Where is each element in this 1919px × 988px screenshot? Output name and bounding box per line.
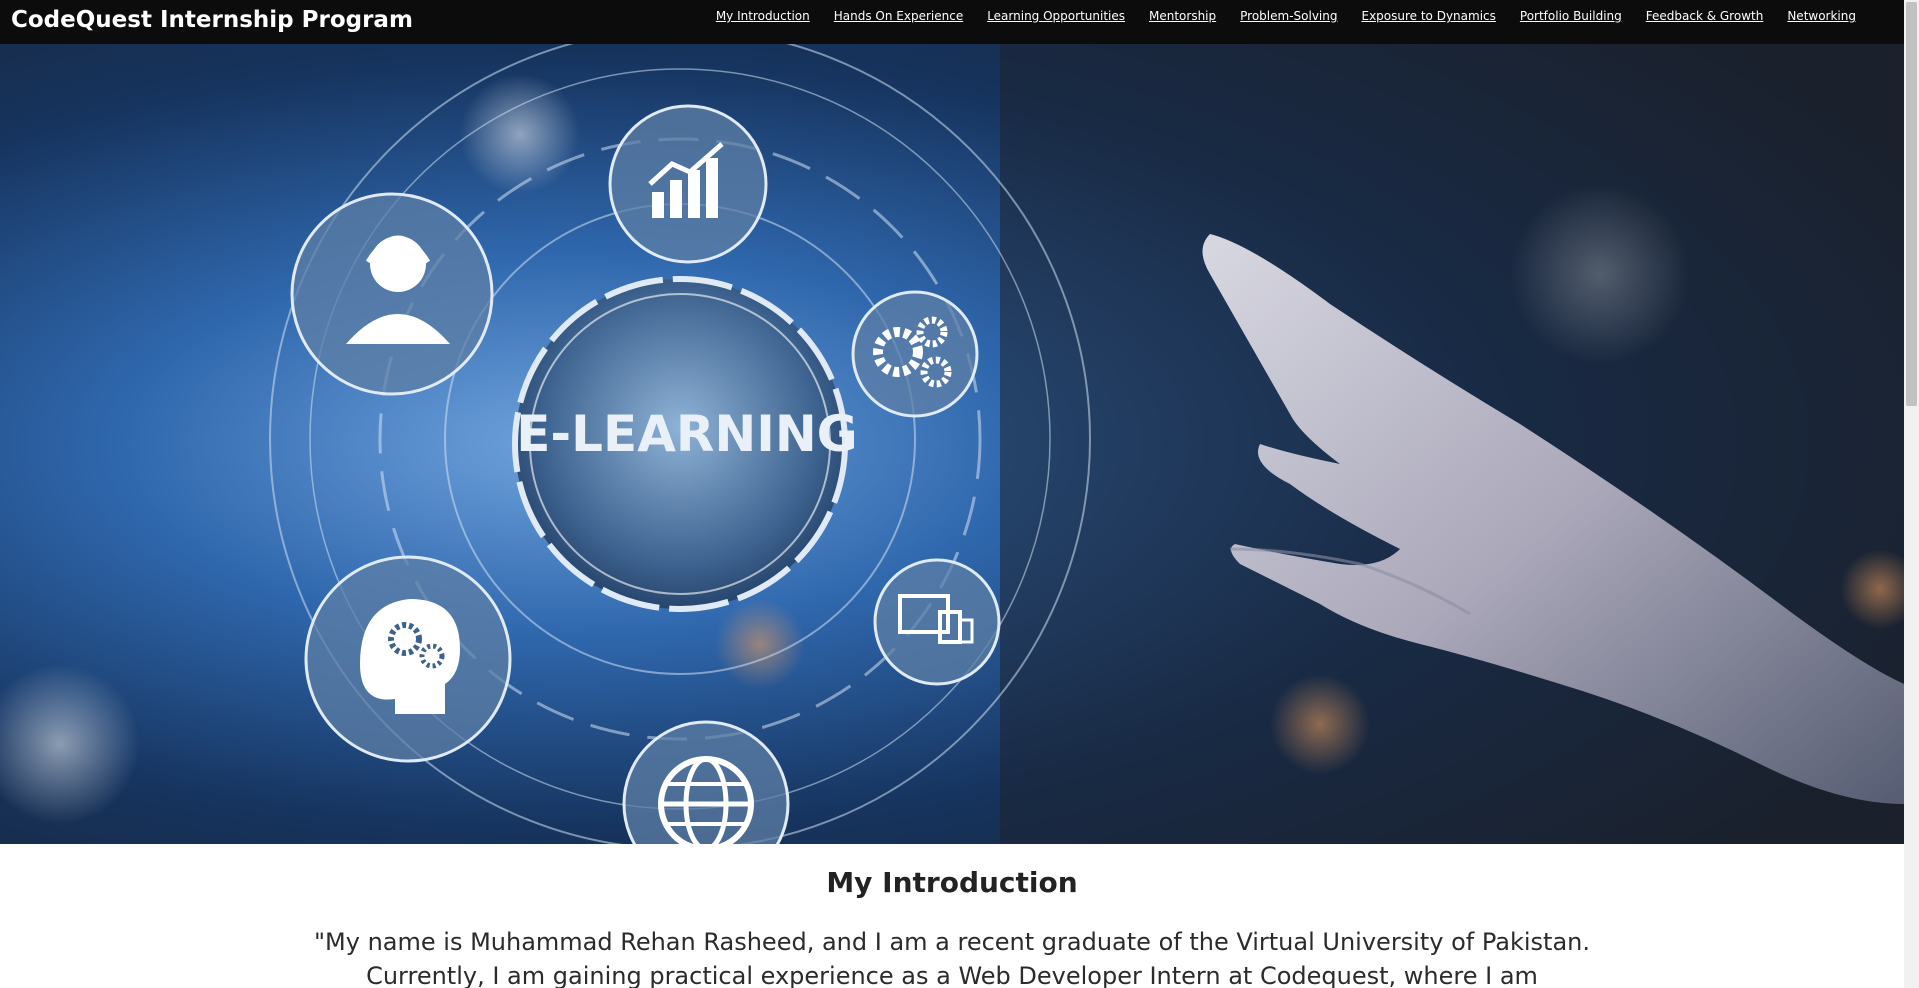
vertical-scrollbar[interactable] xyxy=(1904,0,1919,988)
chart-icon xyxy=(608,104,768,264)
top-navbar: CodeQuest Internship Program My Introduc… xyxy=(0,0,1904,44)
nav-link-mentorship[interactable]: Mentorship xyxy=(1149,9,1216,23)
site-brand[interactable]: CodeQuest Internship Program xyxy=(11,7,413,33)
nav-link-learning-opportunities[interactable]: Learning Opportunities xyxy=(987,9,1125,23)
support-agent-icon xyxy=(290,192,494,396)
scrollbar-thumb[interactable] xyxy=(1906,2,1917,406)
nav-link-portfolio-building[interactable]: Portfolio Building xyxy=(1520,9,1622,23)
devices-icon xyxy=(873,558,1001,686)
nav-link-problem-solving[interactable]: Problem-Solving xyxy=(1240,9,1337,23)
section-title: My Introduction xyxy=(826,866,1078,899)
intro-paragraph: "My name is Muhammad Rehan Rasheed, and … xyxy=(314,928,1590,988)
nav-link-feedback-growth[interactable]: Feedback & Growth xyxy=(1646,9,1764,23)
gears-icon xyxy=(851,290,979,418)
e-learning-label: E-LEARNING xyxy=(516,405,857,463)
main-nav: My Introduction Hands On Experience Lear… xyxy=(692,9,1856,23)
intro-section: My Introduction "My name is Muhammad Reh… xyxy=(0,844,1904,988)
hero-illustration: E-LEARNING xyxy=(0,44,1904,844)
nav-link-exposure-to-dynamics[interactable]: Exposure to Dynamics xyxy=(1361,9,1495,23)
brain-gears-icon xyxy=(304,555,512,763)
nav-link-my-introduction[interactable]: My Introduction xyxy=(716,9,810,23)
hero-image: E-LEARNING xyxy=(0,44,1904,844)
page: CodeQuest Internship Program My Introduc… xyxy=(0,0,1919,988)
nav-link-networking[interactable]: Networking xyxy=(1787,9,1856,23)
nav-link-hands-on-experience[interactable]: Hands On Experience xyxy=(834,9,963,23)
